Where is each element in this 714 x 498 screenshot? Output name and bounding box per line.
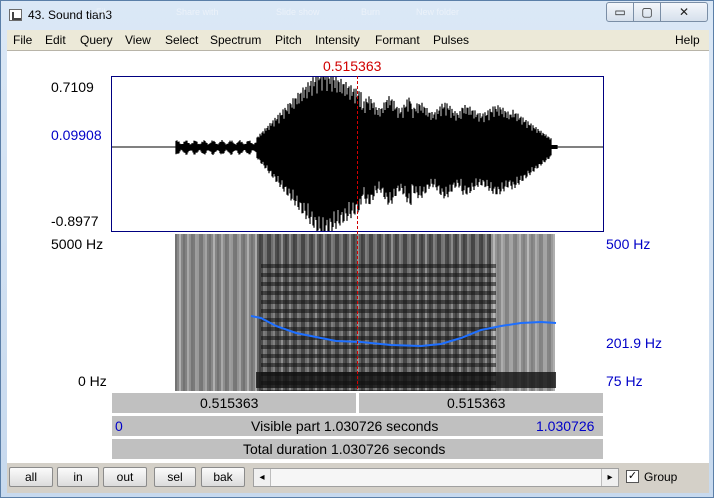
visible-part-bar[interactable]: 0 Visible part 1.030726 seconds 1.030726 [111,415,604,437]
menu-intensity[interactable]: Intensity [315,33,360,47]
close-button[interactable]: ✕ [660,2,708,22]
menu-bar: File Edit Query View Select Spectrum Pit… [7,30,709,51]
ghost-menu-2: Slide show [276,7,320,17]
cursor-time-label: 0.515363 [323,58,382,74]
minimize-icon: ▭ [614,5,626,19]
waveform-min-label: -0.8977 [51,213,99,229]
scrollbar-thumb[interactable] [270,469,602,486]
menu-spectrum[interactable]: Spectrum [210,33,261,47]
ghost-menu-3: Burn [361,7,381,17]
right-selection-bar[interactable]: 0.515363 [358,392,604,414]
ghost-menu-4: New folder [416,7,460,17]
zoom-all-button[interactable]: all [9,467,53,487]
left-duration-label: 0.515363 [200,395,259,411]
zoom-selection-button[interactable]: sel [154,467,196,487]
praat-sound-window: 43. Sound tian3 File Share with Slide sh… [0,0,714,498]
menu-query[interactable]: Query [80,33,113,47]
total-duration-bar[interactable]: Total duration 1.030726 seconds [111,438,604,460]
group-checkbox[interactable]: ✓ [626,470,639,483]
menu-view[interactable]: View [125,33,151,47]
editor-client-area: File Edit Query View Select Spectrum Pit… [7,30,709,493]
visible-start-label: 0 [115,418,123,434]
bottom-toolbar: all in out sel bak ◂ ▸ ✓ Group [7,463,709,493]
background-explorer-toolbar: File Share with Slide show Burn New fold… [96,7,486,21]
ghost-menu-1: Share with [176,7,219,17]
pitch-max-label: 500 Hz [606,236,651,252]
menu-edit[interactable]: Edit [45,33,66,47]
menu-pulses[interactable]: Pulses [433,33,469,47]
cursor-line-layer [357,76,358,391]
close-icon: ✕ [678,5,690,19]
scroll-right-icon[interactable]: ▸ [602,469,618,486]
zoom-back-button[interactable]: bak [201,467,245,487]
waveform-cursor-value-label: 0.09908 [51,127,102,143]
pitch-cursor-label: 201.9 Hz [606,335,663,351]
time-scrollbar[interactable]: ◂ ▸ [253,468,619,487]
visible-part-label: Visible part 1.030726 seconds [251,418,439,434]
total-duration-label: Total duration 1.030726 seconds [243,441,446,457]
title-bar[interactable]: 43. Sound tian3 File Share with Slide sh… [1,1,713,29]
maximize-icon: ▢ [641,5,653,19]
zoom-in-button[interactable]: in [57,467,99,487]
right-duration-label: 0.515363 [447,395,506,411]
zoom-out-button[interactable]: out [103,467,147,487]
visible-end-label: 1.030726 [536,418,595,434]
waveform-max-label: 0.7109 [51,79,94,95]
menu-pitch[interactable]: Pitch [275,33,302,47]
sound-editor-canvas[interactable]: 0.515363 0.7109 0.09908 -0.8977 5000 Hz … [7,51,709,463]
praat-app-icon [9,9,22,21]
maximize-button[interactable]: ▢ [633,2,661,22]
pitch-min-label: 75 Hz [606,373,643,389]
minimize-button[interactable]: ▭ [606,2,634,22]
scroll-left-icon[interactable]: ◂ [254,469,270,486]
menu-help[interactable]: Help [675,33,700,47]
group-label: Group [644,470,678,484]
frequency-min-label: 0 Hz [78,373,107,389]
menu-file[interactable]: File [13,33,32,47]
left-selection-bar[interactable]: 0.515363 [111,392,357,414]
menu-select[interactable]: Select [165,33,198,47]
menu-formant[interactable]: Formant [375,33,420,47]
ghost-menu-0: File [96,7,111,17]
frequency-max-label: 5000 Hz [51,236,104,252]
